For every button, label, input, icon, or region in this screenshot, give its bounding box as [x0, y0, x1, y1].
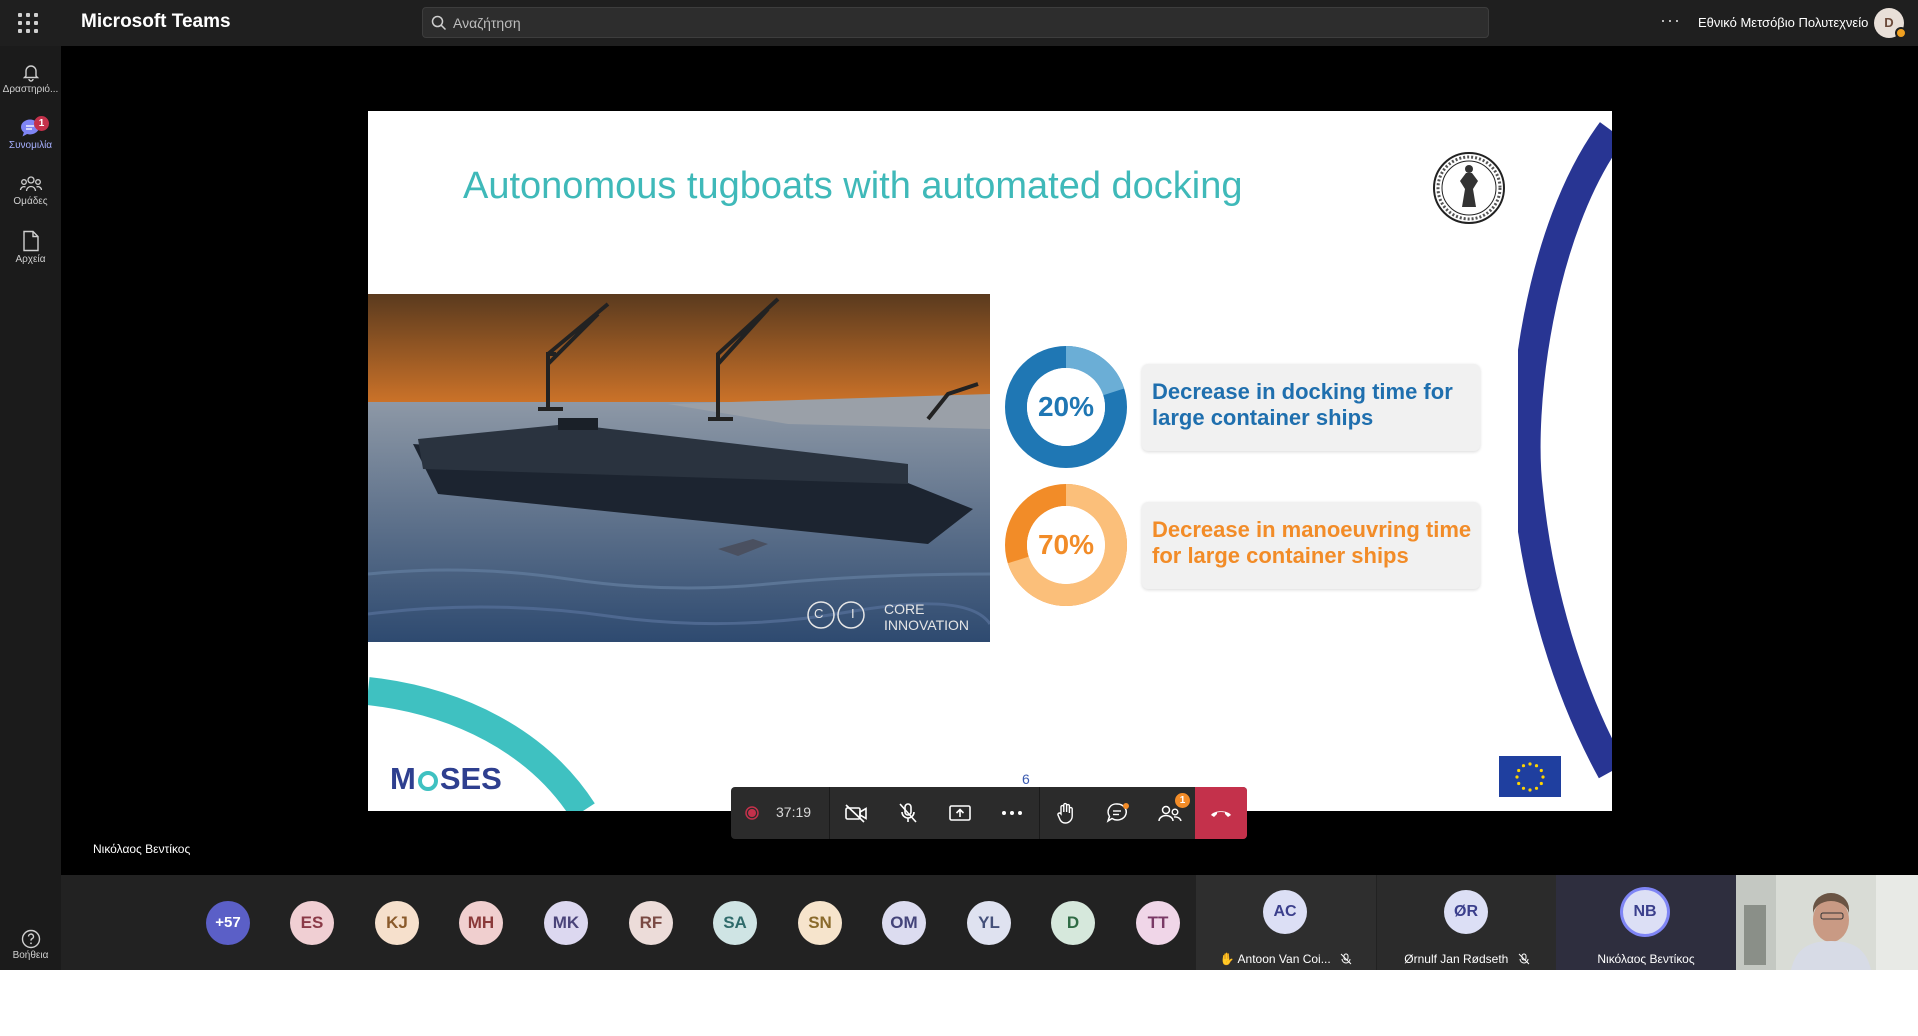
- muted-mic-icon: [1340, 953, 1352, 965]
- leave-call-button[interactable]: [1195, 787, 1247, 839]
- bell-icon: [22, 65, 39, 82]
- core-innovation-logo-letters: C I: [814, 606, 867, 621]
- rail-item-files[interactable]: Αρχεία: [0, 224, 61, 276]
- mic-off-icon: [899, 803, 917, 823]
- moses-logo: M SES: [390, 761, 502, 797]
- mic-toggle-button[interactable]: [882, 787, 934, 839]
- participant-name: Antoon Van Coi...: [1237, 952, 1331, 966]
- overflow-participants-button[interactable]: +57: [206, 901, 250, 945]
- stat-card-1: Decrease in docking time for large conta…: [1142, 364, 1480, 451]
- stat-text-1: Decrease in docking time for large conta…: [1152, 379, 1453, 430]
- participant-strip: +57 ES KJ MH MK RF SA SN OM YL D TT AC ✋…: [61, 875, 1918, 970]
- raise-hand-icon: [1057, 802, 1073, 824]
- meeting-chat-button[interactable]: [1092, 787, 1144, 839]
- eu-flag-icon: [1499, 756, 1561, 797]
- app-title: Microsoft Teams: [81, 11, 231, 32]
- meeting-timer: 37:19: [776, 804, 812, 820]
- participant-tile[interactable]: AC ✋ Antoon Van Coi...: [1196, 875, 1376, 970]
- rail-item-label: Αρχεία: [15, 254, 46, 265]
- self-video-tile[interactable]: [1736, 875, 1918, 970]
- participant-avatar[interactable]: D: [1051, 901, 1095, 945]
- presence-status-icon: [1895, 27, 1907, 39]
- moses-logo-m: M: [390, 761, 416, 796]
- teams-icon: [19, 176, 42, 192]
- stat-text-2: Decrease in manoeuvring time for large c…: [1152, 517, 1472, 568]
- more-icon: [1002, 811, 1022, 815]
- muted-mic-icon: [1518, 953, 1530, 965]
- stat-value-1: 20%: [1037, 391, 1095, 422]
- participants-button[interactable]: 1: [1144, 787, 1196, 839]
- raise-hand-button[interactable]: [1040, 787, 1092, 839]
- rail-item-label: Ομάδες: [13, 196, 48, 207]
- rail-item-teams[interactable]: Ομάδες: [0, 168, 61, 220]
- search-input[interactable]: [453, 12, 1453, 34]
- more-actions-button[interactable]: [986, 787, 1038, 839]
- participant-avatar[interactable]: SN: [798, 901, 842, 945]
- record-icon: [745, 806, 759, 820]
- participant-tile-name: Ørnulf Jan Rødseth: [1377, 952, 1557, 966]
- chat-badge: 1: [34, 116, 49, 131]
- moses-logo-ses: SES: [439, 761, 502, 796]
- participant-avatar[interactable]: SA: [713, 901, 757, 945]
- rail-item-chat[interactable]: 1 Συνομιλία: [0, 112, 61, 164]
- hang-up-icon: [1211, 811, 1231, 817]
- left-rail: Δραστηριό... 1 Συνομιλία Ομάδες Αρχεία: [0, 46, 61, 970]
- organization-name[interactable]: Εθνικό Μετσόβιο Πολυτεχνείο: [1698, 15, 1868, 30]
- participant-avatar[interactable]: OM: [882, 901, 926, 945]
- participant-tile-name: Νικόλαος Βεντίκος: [1597, 952, 1695, 966]
- share-screen-button[interactable]: [934, 787, 986, 839]
- rail-item-label: Δραστηριό...: [2, 84, 59, 95]
- meeting-control-bar: 37:19 1: [731, 787, 1247, 839]
- rail-item-activity[interactable]: Δραστηριό...: [0, 56, 61, 108]
- search-box[interactable]: [422, 7, 1489, 38]
- participant-tile[interactable]: ØR Ørnulf Jan Rødseth: [1377, 875, 1557, 970]
- slide-title: Autonomous tugboats with automated docki…: [463, 165, 1243, 207]
- participant-tile-name: ✋ Antoon Van Coi...: [1196, 952, 1376, 966]
- participant-avatar[interactable]: MH: [459, 901, 503, 945]
- app-launcher-icon[interactable]: [14, 9, 42, 37]
- rail-item-label: Συνομιλία: [8, 140, 53, 151]
- camera-off-icon: [845, 804, 867, 823]
- help-button[interactable]: Βοήθεια: [0, 923, 61, 969]
- participant-tile-avatar: AC: [1263, 890, 1307, 934]
- participant-name: Ørnulf Jan Rødseth: [1404, 952, 1509, 966]
- participant-avatar[interactable]: RF: [629, 901, 673, 945]
- more-options-icon[interactable]: ···: [1660, 10, 1681, 31]
- participant-avatar[interactable]: MK: [544, 901, 588, 945]
- slide-page-number: 6: [1022, 771, 1030, 787]
- search-icon: [431, 15, 447, 31]
- moses-logo-wave-icon: [417, 771, 438, 791]
- shared-slide: Autonomous tugboats with automated docki…: [368, 111, 1612, 811]
- top-bar: Microsoft Teams ··· Εθνικό Μετσόβιο Πολυ…: [0, 0, 1918, 46]
- chat-bubble-icon: [1106, 803, 1129, 823]
- participant-avatar[interactable]: YL: [967, 901, 1011, 945]
- participant-avatar[interactable]: TT: [1136, 901, 1180, 945]
- share-screen-icon: [949, 805, 971, 821]
- camera-toggle-button[interactable]: [830, 787, 882, 839]
- university-seal-icon: [1433, 152, 1505, 224]
- participant-tile-avatar: ØR: [1444, 890, 1488, 934]
- participant-avatar[interactable]: ES: [290, 901, 334, 945]
- presenter-name: Νικόλαος Βεντίκος: [93, 842, 191, 856]
- stat-value-2: 70%: [1037, 529, 1095, 560]
- help-icon: [21, 929, 40, 949]
- raised-hand-icon: ✋: [1219, 952, 1235, 966]
- video-watermark-line2: INNOVATION: [884, 617, 970, 633]
- teams-app: Microsoft Teams ··· Εθνικό Μετσόβιο Πολυ…: [0, 0, 1918, 970]
- participants-badge: 1: [1175, 793, 1190, 808]
- participant-avatar[interactable]: KJ: [375, 901, 419, 945]
- help-label: Βοήθεια: [12, 950, 49, 961]
- participant-tile[interactable]: NB Νικόλαος Βεντίκος: [1556, 875, 1736, 970]
- stat-card-2: Decrease in manoeuvring time for large c…: [1142, 502, 1480, 589]
- file-icon: [22, 230, 39, 252]
- slide-video-image: C I CORE INNOVATION: [368, 294, 990, 642]
- video-watermark-line1: CORE: [884, 601, 925, 617]
- decorative-arc: [1518, 122, 1612, 779]
- participant-tile-avatar: NB: [1623, 890, 1667, 934]
